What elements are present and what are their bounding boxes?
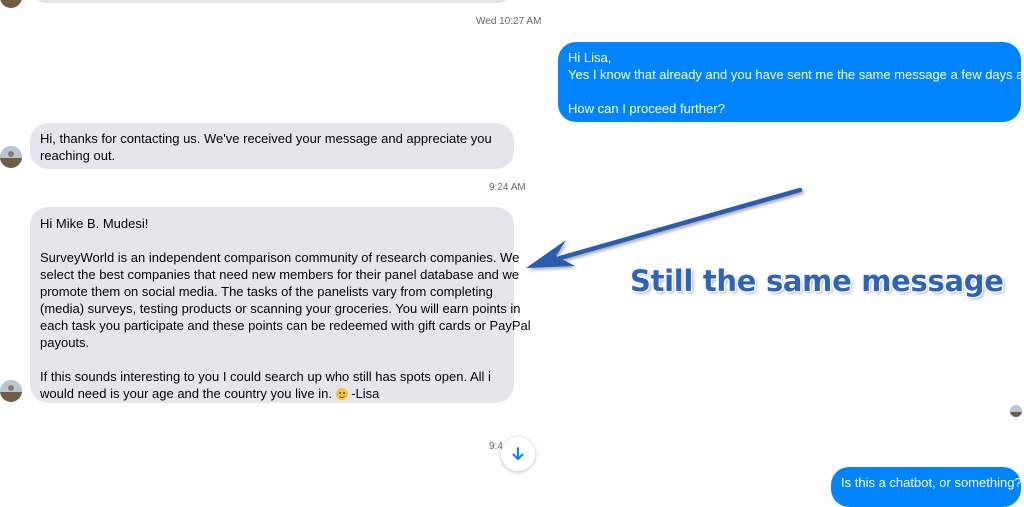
contact-avatar[interactable]	[0, 146, 22, 168]
annotation-label: Still the same message	[630, 264, 1004, 298]
message-line: payouts.	[40, 335, 90, 350]
message-line: select the best companies that need new …	[40, 267, 520, 282]
arrow-down-icon	[512, 447, 524, 460]
contact-avatar[interactable]	[0, 380, 22, 402]
message-line: promote them on social media. The tasks …	[40, 284, 493, 299]
received-message[interactable]: Hi, thanks for contacting us. We've rece…	[30, 123, 514, 169]
received-message[interactable]: Hi Mike B. Mudesi! SurveyWorld is an ind…	[30, 207, 531, 403]
partial-received-message[interactable]	[30, 0, 514, 3]
contact-avatar[interactable]	[0, 0, 22, 8]
message-signoff: -Lisa	[347, 386, 380, 401]
message-line: Is this a chatbot, or something?	[841, 475, 1022, 490]
sent-message[interactable]: Is this a chatbot, or something?	[831, 467, 1022, 507]
message-text: would need is your age and the country y…	[40, 386, 332, 401]
message-line: How can I proceed further?	[568, 101, 725, 116]
timestamp: 9:24 AM	[489, 182, 526, 193]
sent-message[interactable]: Hi Lisa, Yes I know that already and you…	[558, 42, 1024, 122]
message-line: SurveyWorld is an independent comparison…	[40, 250, 520, 265]
timestamp: Wed 10:27 AM	[476, 16, 542, 27]
read-receipt-avatar	[1010, 405, 1022, 417]
message-line: If this sounds interesting to you I coul…	[40, 369, 491, 384]
message-line: each task you participate and these poin…	[40, 318, 531, 333]
scroll-to-bottom-button[interactable]	[501, 437, 535, 471]
message-line: Hi Lisa,	[568, 50, 612, 65]
message-line: Yes I know that already and you have sen…	[568, 67, 1024, 82]
message-line-last: would need is your age and the country y…	[40, 385, 504, 402]
message-line: Hi, thanks for contacting us. We've rece…	[40, 131, 492, 146]
message-line: (media) surveys, testing products or sca…	[40, 301, 521, 316]
smiling-face-emoji-icon	[335, 388, 348, 400]
message-line: reaching out.	[40, 148, 116, 163]
message-greeting: Hi Mike B. Mudesi!	[40, 216, 149, 231]
